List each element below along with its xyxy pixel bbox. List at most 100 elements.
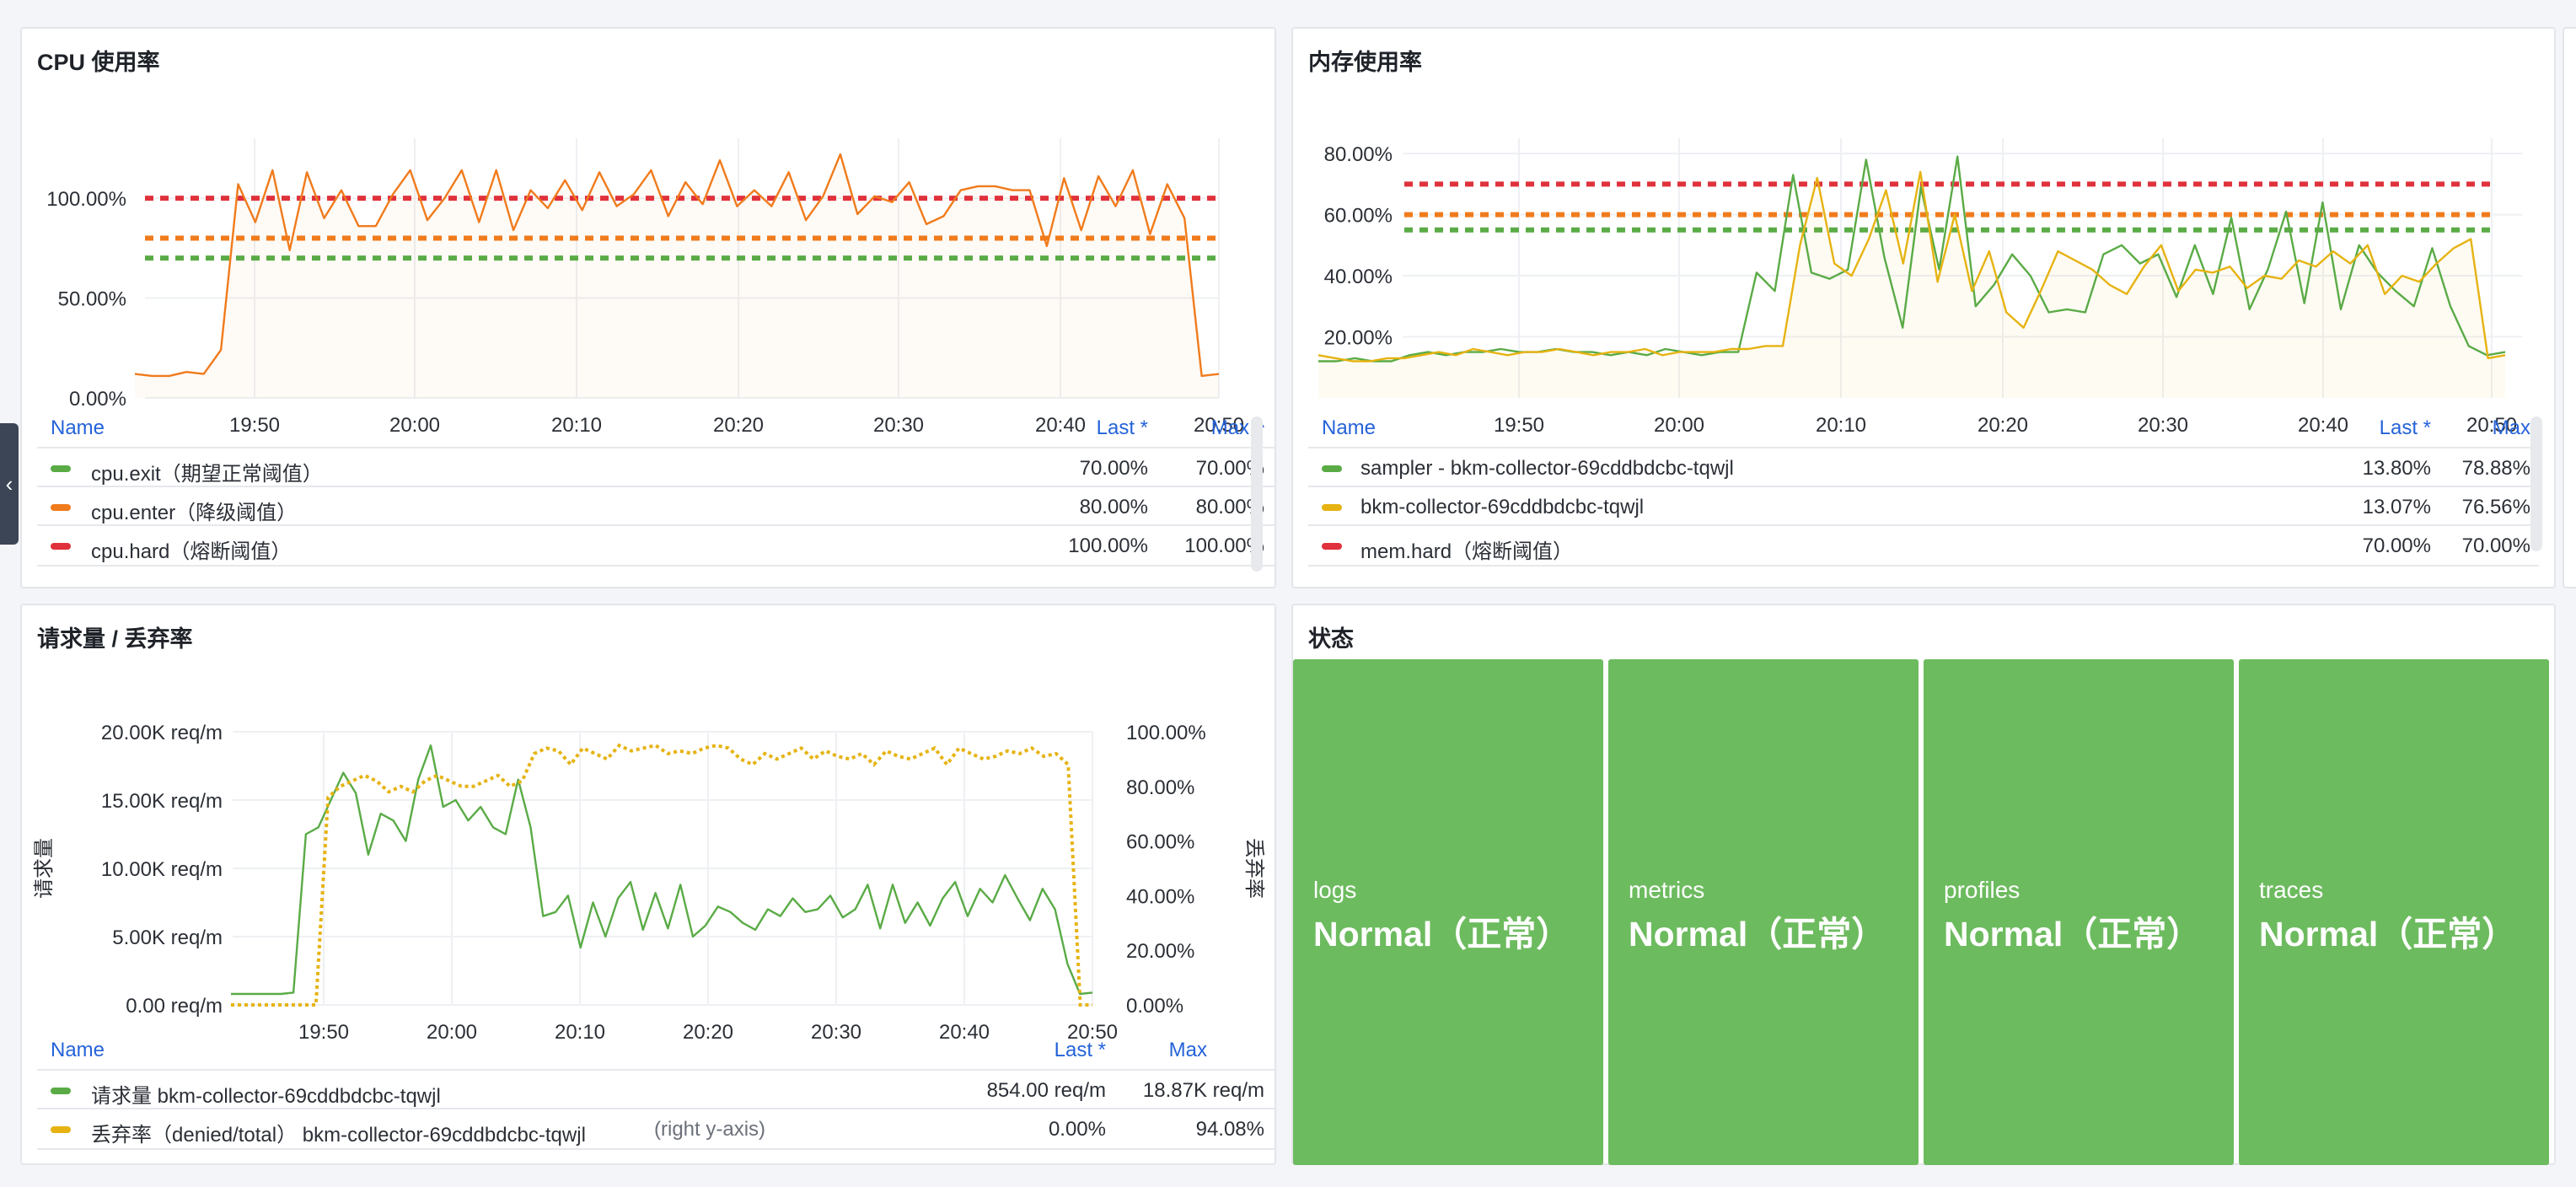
y-tick-label-left: 10.00K req/m [101, 858, 223, 881]
series-last: 854.00 req/m [986, 1079, 1106, 1102]
status-cell-value: Normal（正常） [1944, 915, 2202, 953]
legend-row[interactable]: sampler - bkm-collector-69cddbdcbc-tqwjl… [1308, 447, 2539, 487]
legend-col-max[interactable]: Max [2493, 416, 2530, 440]
y-tick-label-left: 20.00K req/m [101, 722, 223, 744]
y-tick-label-right: 80.00% [1126, 776, 1194, 799]
status-cell-profiles[interactable]: profiles Normal（正常） [1924, 659, 2234, 1165]
y-tick-label-left: 0.00 req/m [126, 995, 223, 1018]
y-tick-label: 20.00% [1324, 327, 1393, 350]
series-name: mem.hard（熔断阈值） [1360, 540, 1574, 563]
y-axis-label-left: 请求量 [33, 838, 56, 899]
series-axis-note: (right y-axis) [654, 1118, 766, 1141]
legend-row[interactable]: bkm-collector-69cddbdcbc-tqwjl 13.07% 76… [1308, 486, 2539, 526]
series-max: 94.08% [1195, 1118, 1264, 1141]
series-swatch [51, 1088, 71, 1094]
y-tick-label: 0.00% [69, 388, 126, 411]
series-swatch [51, 1126, 71, 1133]
offscreen-panel-edge [2563, 27, 2576, 588]
requests-drop-rate-chart: 0.00 req/m 5.00K req/m 10.00K req/m 15.00K … [33, 722, 1265, 1044]
status-cell-metrics[interactable]: metrics Normal（正常） [1608, 659, 1919, 1165]
memory-legend: Name Last * Max sampler - bkm-collector-… [1308, 410, 2554, 578]
legend-row[interactable]: cpu.enter（降级阈值） 80.00% 80.00% [37, 486, 1275, 526]
y-tick-label-left: 5.00K req/m [112, 927, 223, 949]
y-axis-label-right: 丢弃率 [1242, 838, 1265, 899]
series-swatch [51, 504, 71, 511]
panel-title: 内存使用率 [1308, 50, 1422, 75]
status-cell-value: Normal（正常） [1313, 915, 1571, 953]
memory-usage-panel: 内存使用率 20.00% 40.00% 60.00% 80.00% 19:50 20:00… [1291, 27, 2556, 588]
chevron-left-icon: ‹ [5, 471, 13, 497]
y-tick-label-right: 40.00% [1126, 885, 1194, 908]
cpu-usage-panel: CPU 使用率 0.00% 50.00% 100.00% 19:50 20:00 20:1… [20, 27, 1276, 588]
legend-row[interactable]: cpu.hard（熔断阈值） 100.00% 100.00% [37, 524, 1275, 567]
y-tick-label: 100.00% [46, 188, 126, 211]
series-last: 0.00% [1048, 1118, 1106, 1141]
series-name: 请求量 bkm-collector-69cddbdcbc-tqwjl [91, 1085, 441, 1108]
legend-row[interactable]: 丢弃率（denied/total） bkm-collector-69cddbdc… [37, 1108, 1275, 1150]
status-cell-name: traces [2259, 877, 2324, 903]
series-swatch [1322, 465, 1342, 472]
series-line [231, 743, 1092, 1007]
series-swatch [1322, 543, 1342, 550]
y-tick-label-left: 15.00K req/m [101, 790, 223, 813]
legend-col-max[interactable]: Max [1169, 1039, 1207, 1062]
series-name: sampler - bkm-collector-69cddbdcbc-tqwjl [1360, 457, 1734, 480]
series-name: cpu.hard（熔断阈值） [91, 540, 292, 563]
panel-title: 状态 [1308, 626, 1354, 652]
status-cell-name: metrics [1629, 877, 1705, 903]
legend-header: Name Last * Max [1308, 410, 2539, 447]
status-cell-name: logs [1313, 877, 1357, 903]
cpu-usage-chart: 0.00%50.00%100.00%19:50 20:00 20:10 20:20 20… [46, 138, 1244, 437]
series-swatch [51, 465, 71, 472]
series-last: 13.80% [2362, 457, 2431, 480]
series-last: 80.00% [1079, 496, 1148, 518]
series-last: 13.07% [2362, 496, 2431, 518]
series-swatch [51, 543, 71, 550]
requests-legend: Name Last * Max 请求量 bkm-collector-69cddb… [37, 1032, 1275, 1158]
series-line [231, 744, 1093, 996]
series-max: 18.87K req/m [1142, 1079, 1264, 1102]
series-swatch [1322, 504, 1342, 511]
legend-row[interactable]: mem.hard（熔断阈值） 70.00% 70.00% [1308, 524, 2539, 567]
series-name: 丢弃率（denied/total） bkm-collector-69cddbdc… [91, 1124, 586, 1147]
legend-col-name[interactable]: Name [51, 416, 105, 440]
series-area [1318, 171, 2505, 398]
panel-title: CPU 使用率 [37, 50, 160, 75]
series-max: 76.56% [2461, 496, 2530, 518]
series-last: 70.00% [1079, 457, 1148, 480]
series-name: bkm-collector-69cddbdcbc-tqwjl [1360, 496, 1645, 518]
series-last: 70.00% [2362, 534, 2431, 557]
legend-col-last[interactable]: Last * [2380, 416, 2431, 440]
legend-header: Name Last * Max [37, 1032, 1275, 1069]
requests-drop-rate-panel: 请求量 / 丢弃率 0.00 req/m 5.00K req/m 10.00K re… [20, 604, 1276, 1165]
status-cell-traces[interactable]: traces Normal（正常） [2239, 659, 2549, 1165]
y-tick-label-right: 100.00% [1126, 722, 1206, 744]
status-cell-logs[interactable]: logs Normal（正常） [1293, 659, 1603, 1165]
y-tick-label-right: 60.00% [1126, 831, 1194, 854]
legend-scrollbar[interactable] [1251, 416, 1263, 572]
legend-row[interactable]: cpu.exit（期望正常阈值） 70.00% 70.00% [37, 447, 1275, 487]
cpu-legend: Name Last * Max ^ cpu.exit（期望正常阈值） 70.00… [37, 410, 1275, 578]
legend-col-last[interactable]: Last * [1055, 1039, 1106, 1062]
legend-row[interactable]: 请求量 bkm-collector-69cddbdcbc-tqwjl 854.0… [37, 1069, 1275, 1109]
series-max: 78.88% [2461, 457, 2530, 480]
series-max: 70.00% [2461, 534, 2530, 557]
sidebar-collapse-tab[interactable]: ‹ [0, 423, 19, 545]
legend-scrollbar[interactable] [2530, 416, 2542, 551]
status-cell-value: Normal（正常） [2259, 915, 2517, 953]
series-name: cpu.exit（期望正常阈值） [91, 463, 323, 486]
y-tick-label-right: 0.00% [1126, 995, 1183, 1018]
legend-col-name[interactable]: Name [1322, 416, 1376, 440]
y-tick-label: 50.00% [58, 288, 126, 311]
y-tick-label: 80.00% [1324, 143, 1393, 166]
memory-usage-chart: 20.00%40.00%60.00%80.00%19:50 20:00 20:10 2… [1318, 138, 2522, 437]
y-tick-label: 40.00% [1324, 266, 1393, 288]
status-cell-value: Normal（正常） [1629, 915, 1886, 953]
legend-col-last[interactable]: Last * [1097, 416, 1148, 440]
y-tick-label: 60.00% [1324, 205, 1393, 228]
y-tick-label-right: 20.00% [1126, 940, 1194, 963]
series-last: 100.00% [1068, 534, 1148, 557]
legend-col-name[interactable]: Name [51, 1039, 105, 1062]
status-cell-name: profiles [1944, 877, 2021, 903]
series-name: cpu.enter（降级阈值） [91, 502, 298, 524]
